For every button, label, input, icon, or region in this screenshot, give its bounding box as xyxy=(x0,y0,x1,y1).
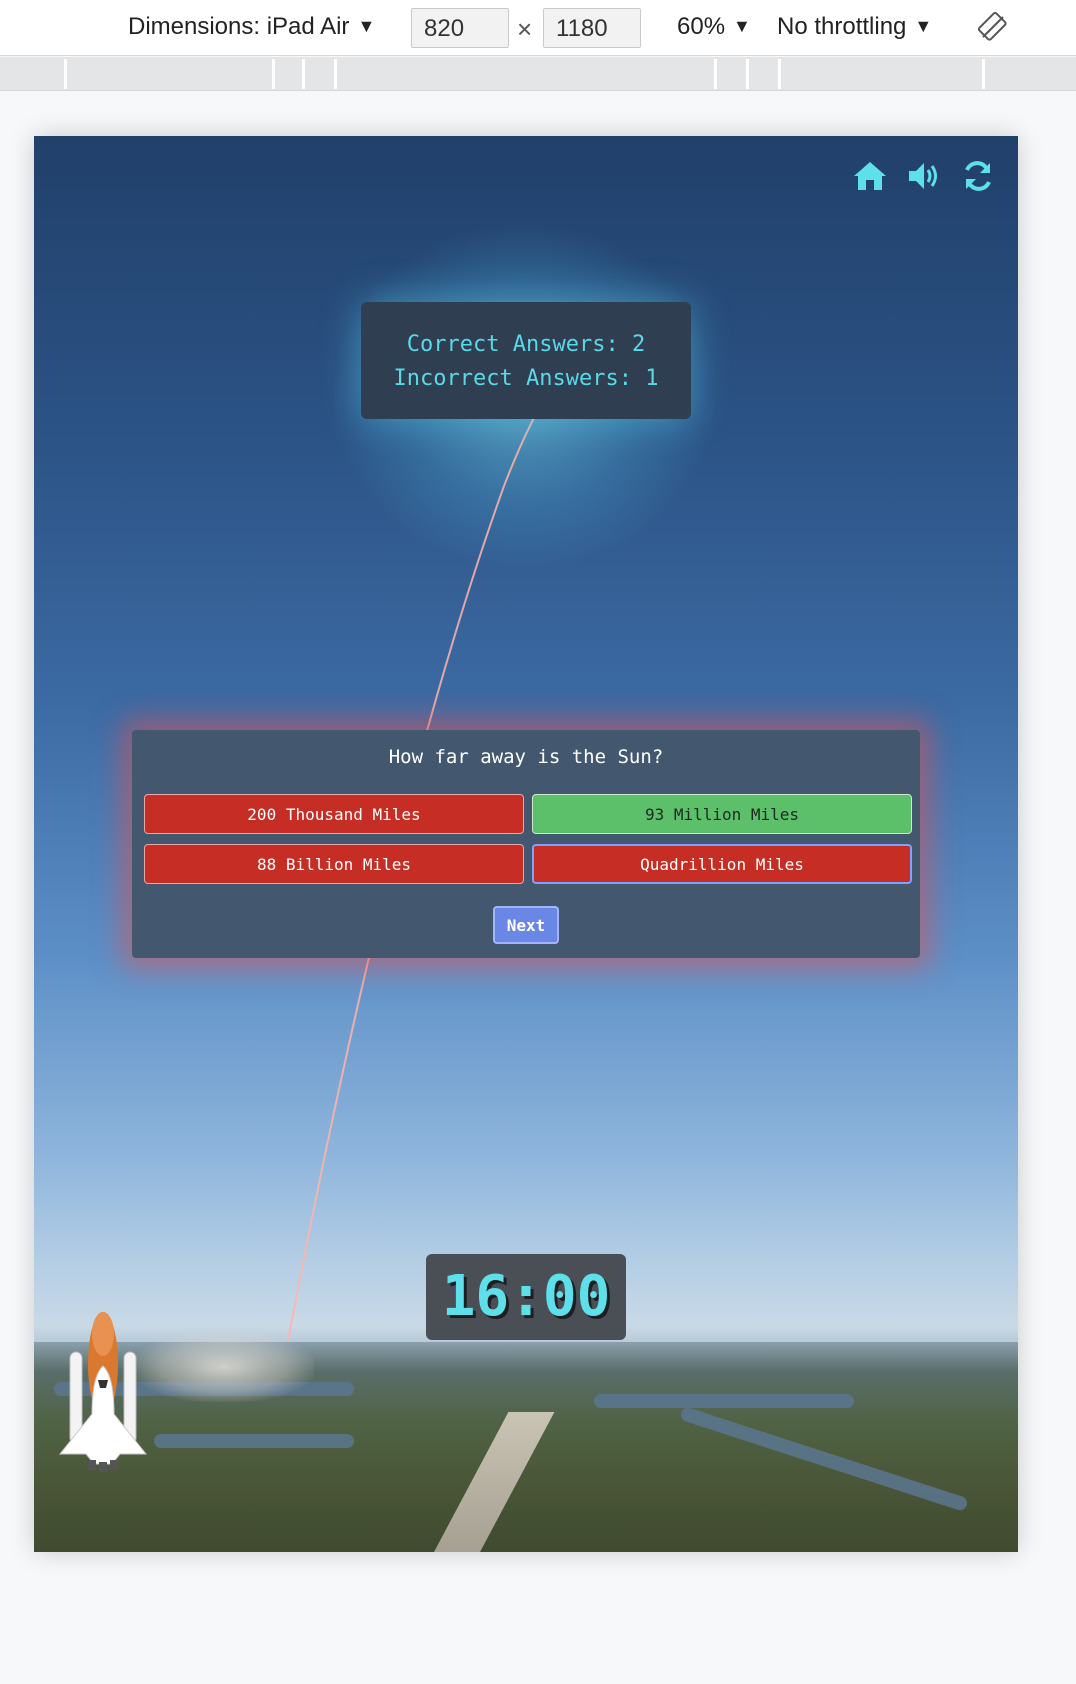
breakpoint-marker[interactable] xyxy=(714,59,717,89)
top-controls xyxy=(852,158,996,194)
incorrect-answers-count: Incorrect Answers: 1 xyxy=(393,366,659,391)
question-text: How far away is the Sun? xyxy=(388,746,664,768)
device-toolbar: Dimensions: iPad Air ▼ 820 × 1180 60% ▼ No… xyxy=(0,0,1076,56)
breakpoint-marker[interactable] xyxy=(334,59,337,89)
question-card: How far away is the Sun? 200 Thousand Mi… xyxy=(132,730,920,958)
chevron-down-icon: ▼ xyxy=(357,16,376,36)
viewport-width-input[interactable]: 820 xyxy=(411,8,509,48)
next-button[interactable]: Next xyxy=(493,906,559,944)
refresh-icon[interactable] xyxy=(960,158,996,194)
breakpoint-marker[interactable] xyxy=(746,59,749,89)
throttling-select[interactable]: No throttling ▼ xyxy=(777,13,932,41)
countdown-timer: 16:00 xyxy=(426,1254,626,1340)
breakpoint-marker[interactable] xyxy=(302,59,305,89)
breakpoint-marker[interactable] xyxy=(64,59,67,89)
answer-button-4[interactable]: Quadrillion Miles xyxy=(532,844,912,884)
runway xyxy=(434,1412,555,1552)
device-dimensions-label: Dimensions: iPad Air xyxy=(128,13,350,40)
chevron-down-icon: ▼ xyxy=(914,16,933,36)
correct-answers-count: Correct Answers: 2 xyxy=(406,332,646,357)
breakpoint-marker[interactable] xyxy=(778,59,781,89)
water-strip xyxy=(679,1405,969,1513)
water-strip xyxy=(154,1434,354,1448)
score-panel: Correct Answers: 2 Incorrect Answers: 1 xyxy=(361,302,691,419)
zoom-label: 60% xyxy=(677,13,726,40)
breakpoint-marker[interactable] xyxy=(272,59,275,89)
viewport-height-input[interactable]: 1180 xyxy=(543,8,641,48)
space-shuttle-icon xyxy=(58,1312,148,1472)
chevron-down-icon: ▼ xyxy=(733,16,751,36)
home-icon[interactable] xyxy=(852,158,888,194)
answer-button-1[interactable]: 200 Thousand Miles xyxy=(144,794,524,834)
water-strip xyxy=(594,1394,854,1408)
media-query-bar xyxy=(0,57,1076,91)
throttling-label: No throttling xyxy=(777,13,907,40)
device-dimensions-select[interactable]: Dimensions: iPad Air ▼ xyxy=(128,13,375,41)
answer-button-3[interactable]: 88 Billion Miles xyxy=(144,844,524,884)
breakpoint-marker[interactable] xyxy=(982,59,985,89)
launch-smoke xyxy=(134,1332,314,1402)
rotate-icon[interactable] xyxy=(978,12,1008,42)
dimensions-separator: × xyxy=(517,14,533,44)
volume-icon[interactable] xyxy=(906,158,942,194)
zoom-select[interactable]: 60% ▼ xyxy=(677,13,751,41)
app-viewport: Correct Answers: 2 Incorrect Answers: 1 … xyxy=(34,136,1018,1552)
answer-button-2[interactable]: 93 Million Miles xyxy=(532,794,912,834)
